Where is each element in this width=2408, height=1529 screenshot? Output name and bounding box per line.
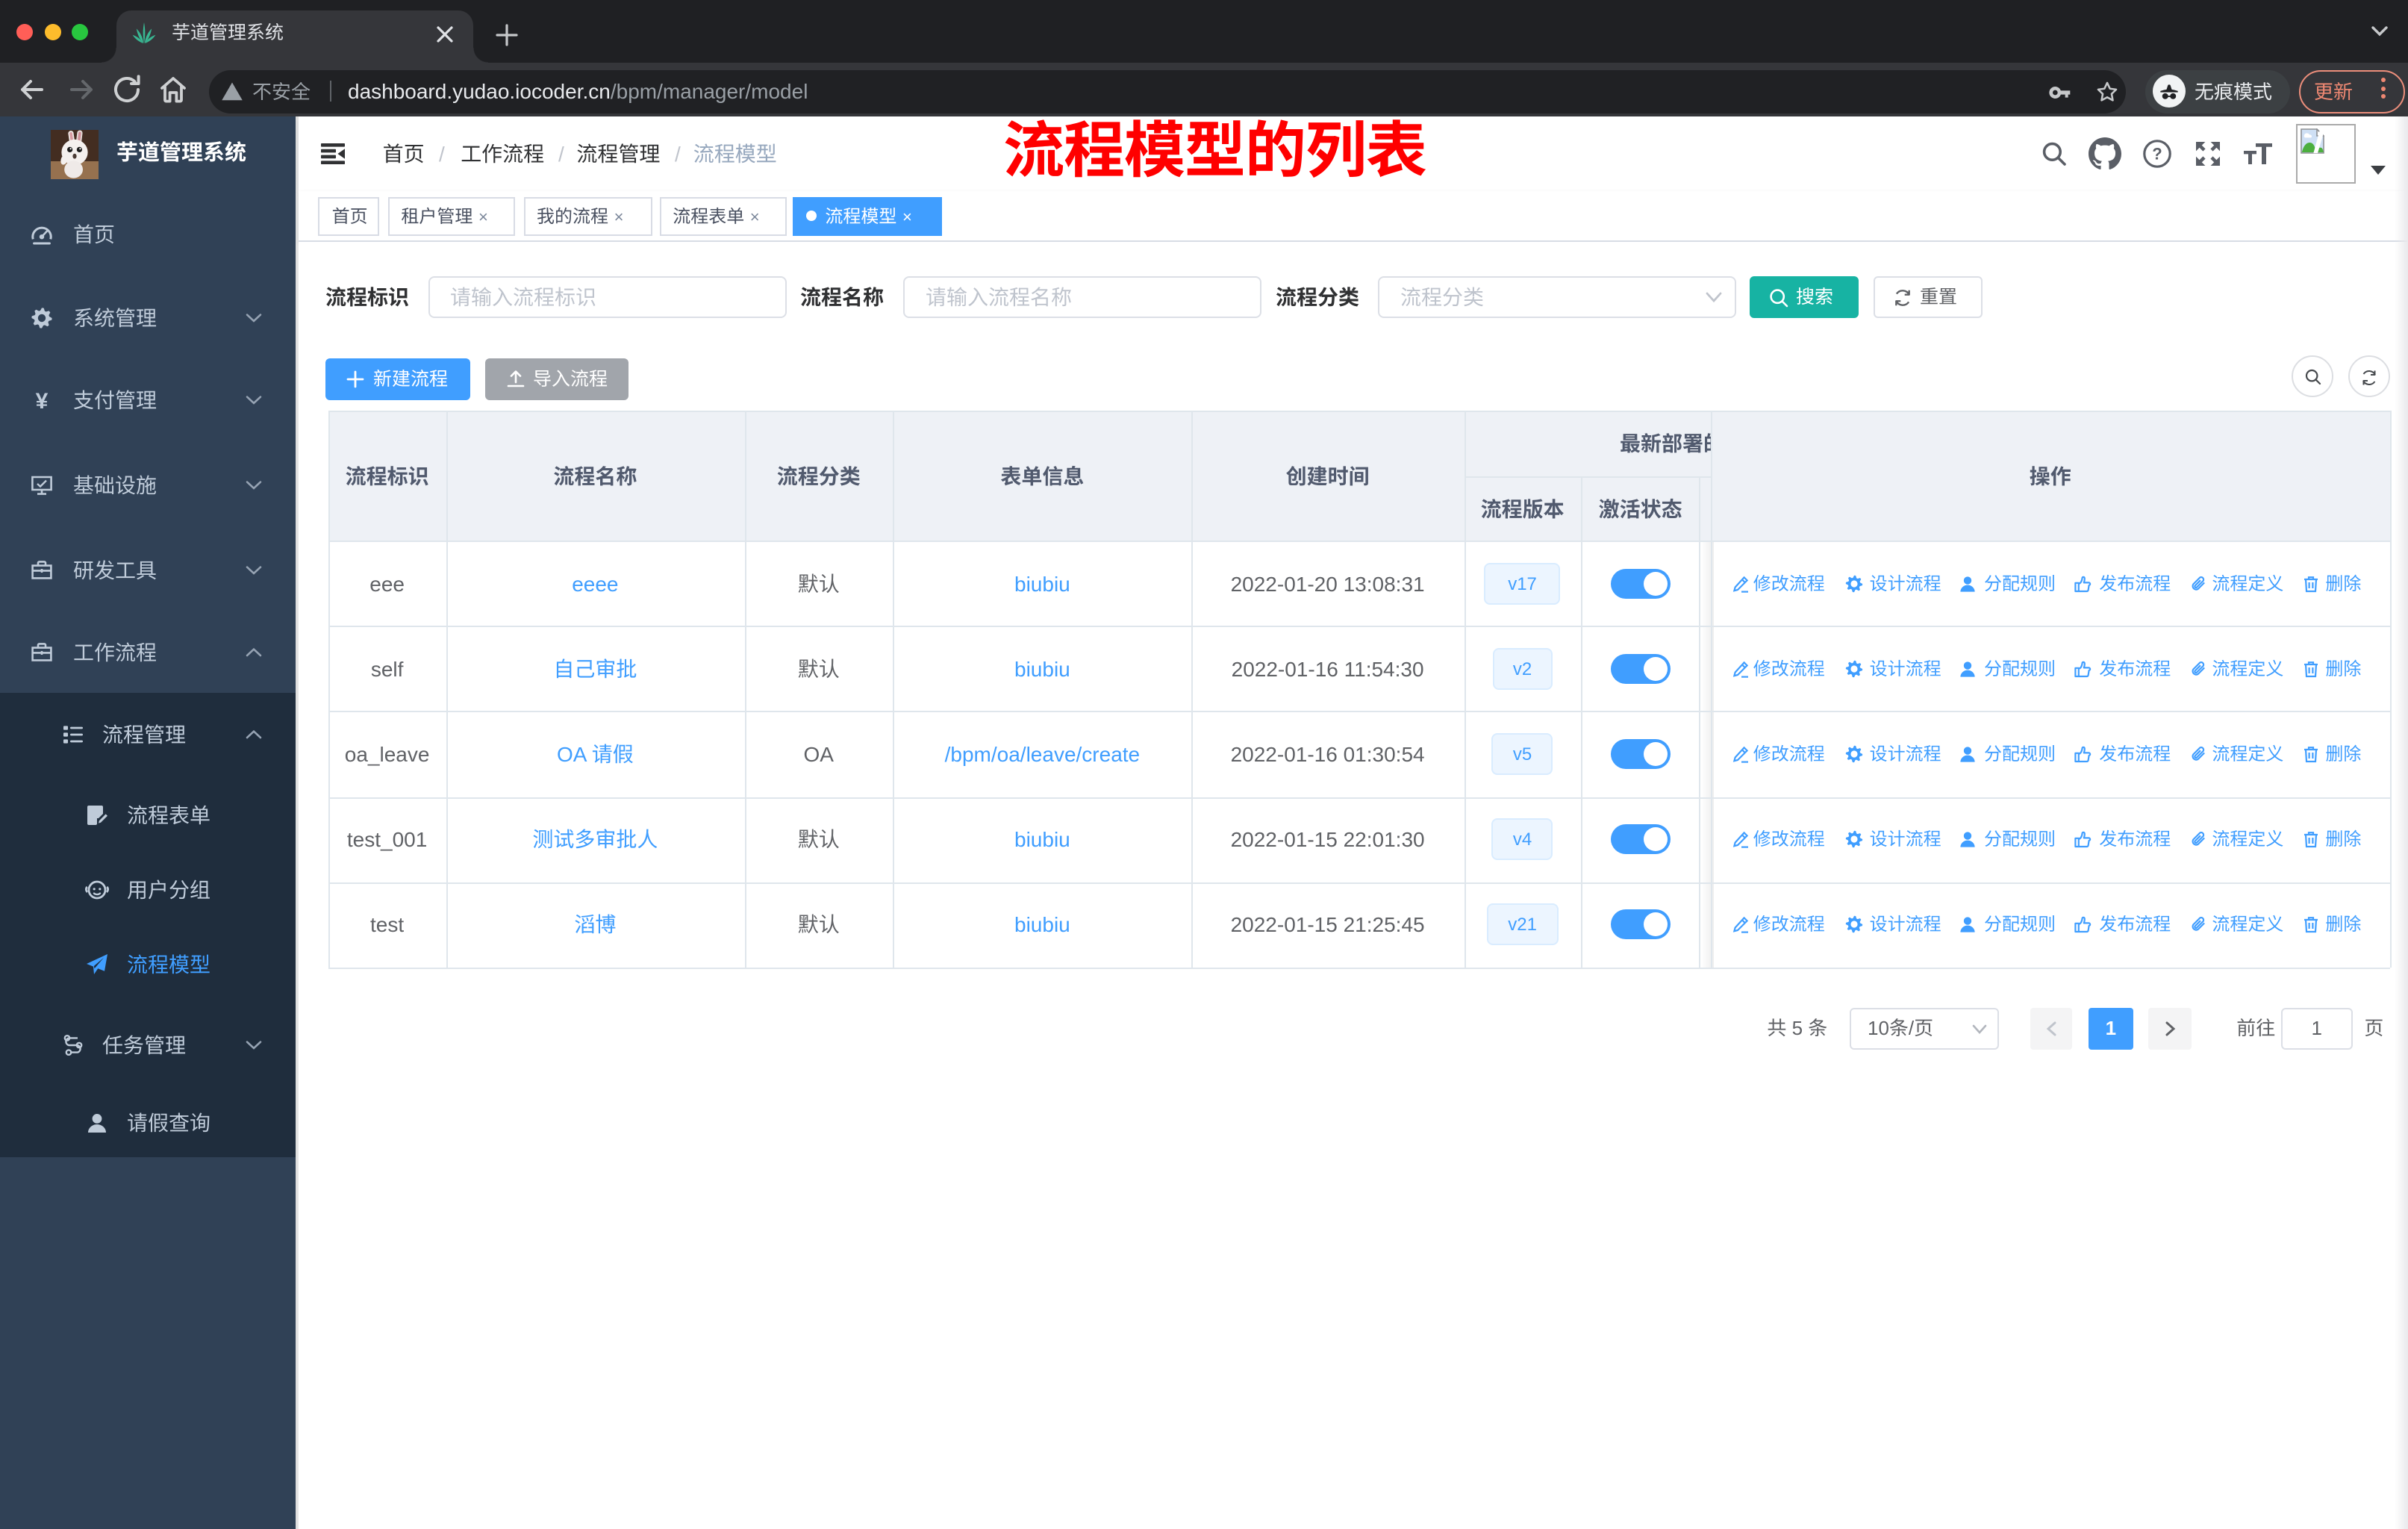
svg-text:¥: ¥ <box>36 389 49 412</box>
svg-text:?: ? <box>2152 145 2162 164</box>
